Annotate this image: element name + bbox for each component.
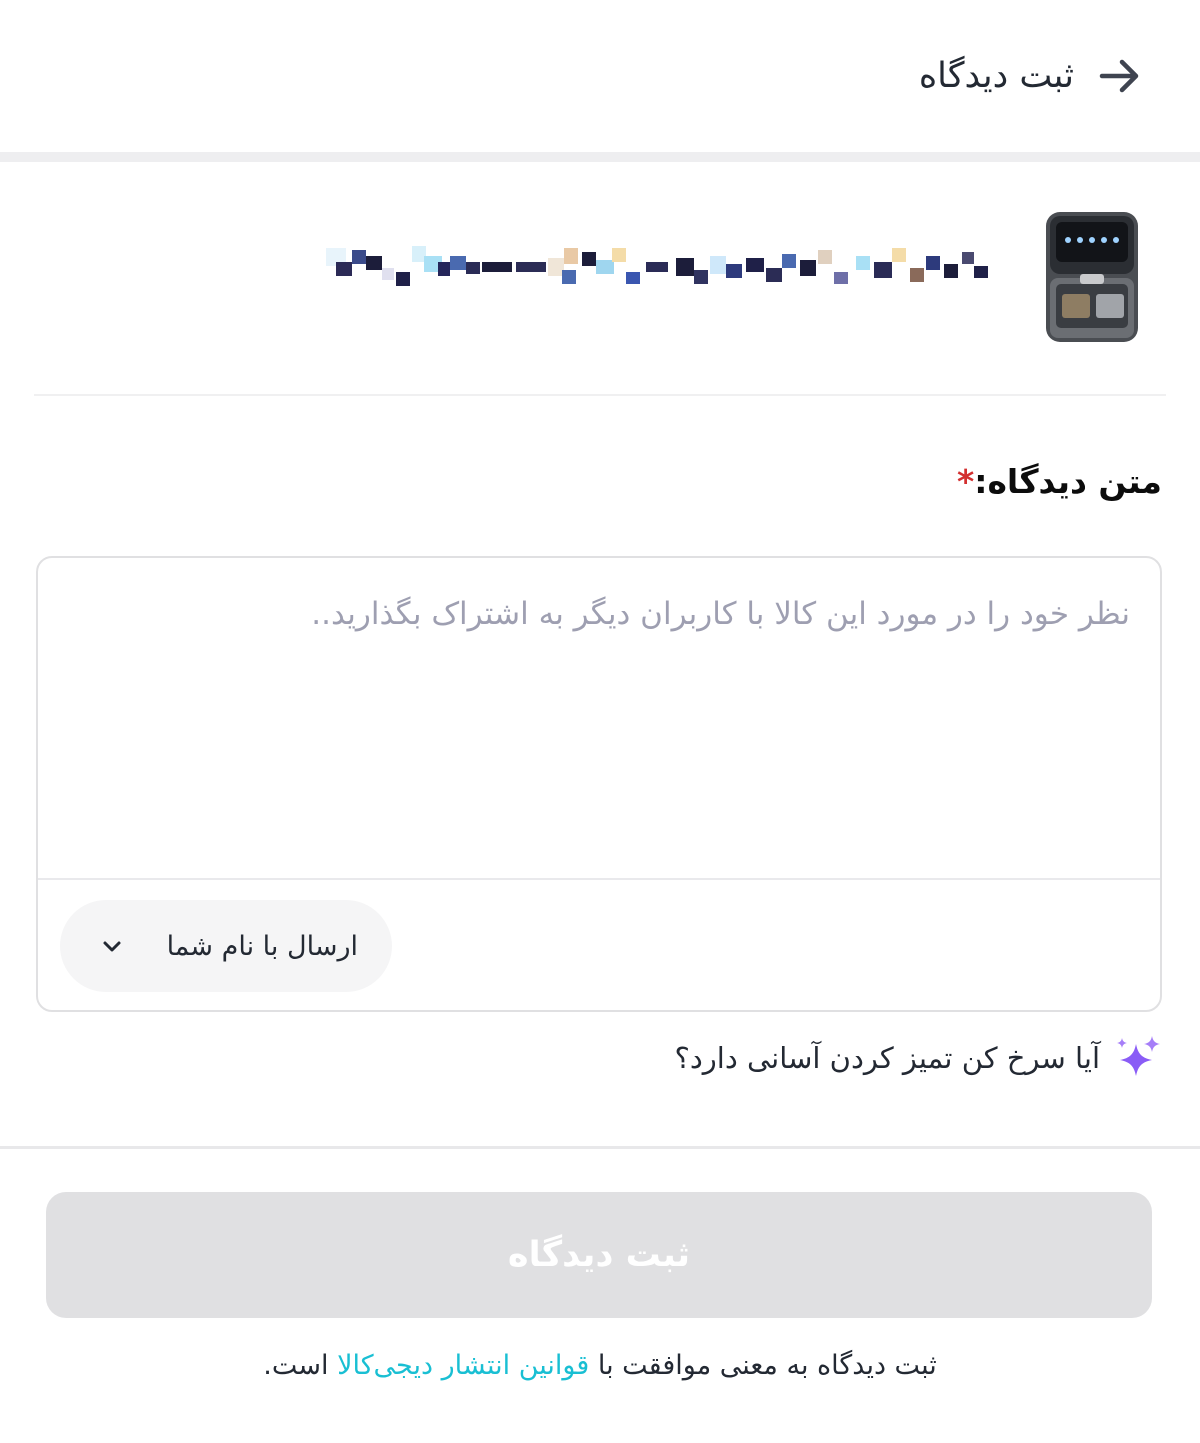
comment-box-divider (38, 878, 1160, 880)
terms-prefix: ثبت دیدگاه به معنی موافقت با (589, 1350, 937, 1381)
page-title: ثبت دیدگاه (918, 56, 1074, 96)
comment-label-text: متن دیدگاه: (974, 462, 1162, 501)
back-button[interactable] (1094, 51, 1144, 101)
terms-note: ثبت دیدگاه به معنی موافقت با قوانین انتش… (0, 1350, 1200, 1381)
air-fryer-image (1046, 212, 1138, 342)
sparkles-icon (1117, 1036, 1160, 1076)
ai-suggested-question[interactable]: آیا سرخ کن تمیز کردن آسانی دارد؟ (675, 1034, 1163, 1082)
footer-divider (0, 1146, 1200, 1149)
sender-name-dropdown[interactable]: ارسال با نام شما (60, 900, 392, 992)
chevron-down-icon (103, 941, 121, 952)
ai-suggestion-text: آیا سرخ کن تمیز کردن آسانی دارد؟ (674, 1041, 1101, 1075)
sender-name-label: ارسال با نام شما (166, 930, 358, 962)
comment-box: ارسال با نام شما (36, 556, 1162, 1012)
terms-suffix: است. (263, 1350, 338, 1381)
comment-page: ثبت دیدگاه متن دیدگاه:* نظر خود را در مو… (0, 0, 1200, 1443)
product-name-obscured (326, 246, 988, 286)
arrow-right-icon (1099, 59, 1139, 93)
required-mark: * (956, 462, 975, 501)
comment-textarea[interactable] (38, 558, 1160, 878)
submit-comment-button[interactable]: ثبت دیدگاه (46, 1192, 1152, 1318)
product-summary (34, 190, 1166, 396)
terms-link[interactable]: قوانین انتشار دیجی‌کالا (337, 1350, 589, 1381)
page-header: ثبت دیدگاه (0, 0, 1200, 152)
comment-label: متن دیدگاه:* (957, 462, 1162, 501)
header-divider (0, 152, 1200, 162)
